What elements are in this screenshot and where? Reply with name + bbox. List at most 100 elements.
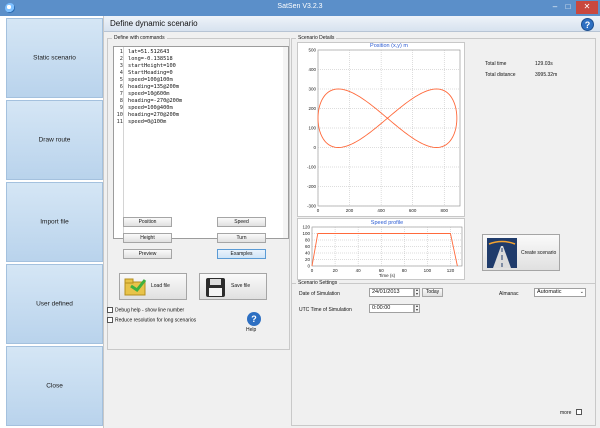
load-file-label: Load file: [151, 283, 170, 289]
sidebar-item-label: Static scenario: [33, 54, 76, 62]
y-tick-label: 20: [305, 257, 311, 262]
sidebar-item-label: Import file: [40, 218, 69, 226]
y-tick-label: 400: [308, 67, 316, 72]
almanac-select[interactable]: Automatic ⌄: [534, 288, 586, 297]
examples-button[interactable]: Examples: [217, 249, 266, 259]
y-tick-label: 120: [302, 225, 310, 230]
checkbox-box[interactable]: [107, 307, 113, 313]
close-window-button[interactable]: ✕: [576, 1, 598, 14]
title-bar: SatSen V3.2.3 – □ ✕: [0, 0, 600, 16]
sidebar-item-label: Close: [46, 382, 63, 390]
checkbox-box[interactable]: [107, 317, 113, 323]
chart-title: Position (x,y) m: [370, 43, 408, 49]
minimize-button[interactable]: –: [549, 1, 561, 14]
almanac-selected-value: Automatic: [537, 289, 562, 295]
line-number: 1: [119, 49, 123, 55]
commands-group-label: Define with commands: [112, 35, 167, 41]
more-checkbox[interactable]: [576, 409, 582, 415]
debug-help-label: Debug help - show line number: [115, 307, 185, 314]
code-line: speed=10@600m: [128, 91, 170, 97]
y-tick-label: -300: [307, 204, 317, 209]
save-file-button[interactable]: Save file: [199, 273, 267, 300]
sidebar-item-draw-route[interactable]: Draw route: [6, 100, 103, 180]
help-icon[interactable]: ?: [581, 18, 594, 31]
save-file-label: Save file: [231, 283, 251, 289]
speed-profile-chart: Speed profile1201008060402000 20 40 60 80 100…: [297, 218, 465, 280]
help-icon[interactable]: ?: [247, 312, 261, 326]
line-number: 2: [119, 56, 123, 62]
more-label: more: [560, 410, 572, 416]
line-number: 6: [119, 84, 123, 90]
reduce-resolution-checkbox[interactable]: Reduce resolution for long scenarios: [107, 317, 196, 323]
utc-time-spinner[interactable]: ▲ ▼: [414, 304, 420, 313]
x-tick-label: 0: [311, 268, 314, 273]
sidebar-item-close[interactable]: Close: [6, 346, 103, 426]
x-axis-label: Time (s): [379, 273, 396, 278]
y-tick-label: 40: [305, 251, 311, 256]
preview-button[interactable]: Preview: [123, 249, 172, 259]
x-tick-label: 120: [447, 268, 455, 273]
code-line: long=-0.138518: [128, 56, 173, 62]
x-tick-label: 800: [440, 208, 448, 213]
code-line: heading=-270@200m: [128, 98, 183, 104]
sidebar-item-user-defined[interactable]: User defined: [6, 264, 103, 344]
load-file-button[interactable]: Load file: [119, 273, 187, 300]
code-line: heading=135@200m: [128, 84, 180, 90]
details-group-label: Scenario Details: [296, 35, 337, 41]
date-label: Date of Simulation: [299, 291, 340, 297]
create-scenario-label: Create scenario: [521, 250, 557, 256]
main-panel: Define dynamic scenario ? Define with co…: [103, 16, 600, 428]
y-tick-label: 100: [302, 231, 310, 236]
folder-open-icon: [124, 278, 147, 296]
date-spinner[interactable]: ▲ ▼: [414, 288, 420, 297]
sidebar-item-label: Draw route: [38, 136, 71, 144]
code-line: speed=100@400m: [128, 105, 173, 111]
page-title: Define dynamic scenario: [110, 19, 198, 28]
total-distance-label: Total distance: [485, 72, 516, 78]
editor-scrollbar[interactable]: [283, 47, 288, 238]
chevron-down-icon: ⌄: [579, 289, 584, 295]
y-tick-label: 200: [308, 106, 316, 111]
y-tick-label: 60: [305, 244, 311, 249]
total-time-label: Total time: [485, 61, 507, 67]
today-button[interactable]: Today: [422, 288, 443, 297]
turn-button[interactable]: Turn: [217, 233, 266, 243]
position-button[interactable]: Position: [123, 217, 172, 227]
speed-button[interactable]: Speed: [217, 217, 266, 227]
x-tick-label: 400: [377, 208, 385, 213]
x-tick-label: 600: [409, 208, 417, 213]
line-number: 9: [119, 105, 123, 111]
sidebar: Static scenario Draw route Import file U…: [3, 16, 103, 428]
height-button[interactable]: Height: [123, 233, 172, 243]
y-tick-label: 500: [308, 48, 316, 53]
total-time-value: 129.03s: [535, 61, 553, 67]
code-line: StartHeading=0: [128, 70, 173, 76]
help-label: Help: [246, 327, 257, 333]
x-tick-label: 20: [333, 268, 339, 273]
code-line: speed=100@100m: [128, 77, 173, 83]
x-tick-label: 0: [317, 208, 320, 213]
line-number: 4: [119, 70, 123, 76]
code-line: speed=0@100m: [128, 119, 167, 125]
floppy-disk-icon: [206, 278, 225, 297]
line-number: 10: [116, 112, 123, 118]
create-scenario-button[interactable]: Create scenario: [482, 234, 560, 271]
date-field[interactable]: 24/01/2013: [369, 288, 414, 297]
maximize-button[interactable]: □: [562, 1, 574, 14]
y-tick-label: 100: [308, 126, 316, 131]
y-tick-label: -100: [307, 165, 317, 170]
line-number: 3: [119, 63, 123, 69]
debug-help-checkbox[interactable]: Debug help - show line number: [107, 307, 184, 313]
command-editor[interactable]: 1 lat=51.512643 2 long=-0.138518 3 startHeigh…: [113, 46, 289, 239]
utc-label: UTC Time of Simulation: [299, 307, 352, 313]
sidebar-item-static-scenario[interactable]: Static scenario: [6, 18, 103, 98]
sidebar-item-label: User defined: [36, 300, 73, 308]
road-icon: [487, 238, 517, 268]
sidebar-item-import-file[interactable]: Import file: [6, 182, 103, 262]
code-line: startHeight=100: [128, 63, 176, 69]
utc-time-field[interactable]: 0:00:00: [369, 304, 414, 313]
settings-group: Scenario Settings: [291, 280, 596, 426]
line-number: 7: [119, 91, 123, 97]
x-tick-label: 100: [424, 268, 432, 273]
position-chart: Position (x,y) m 500 400 300 200 100 0 -100 -200…: [297, 42, 465, 217]
